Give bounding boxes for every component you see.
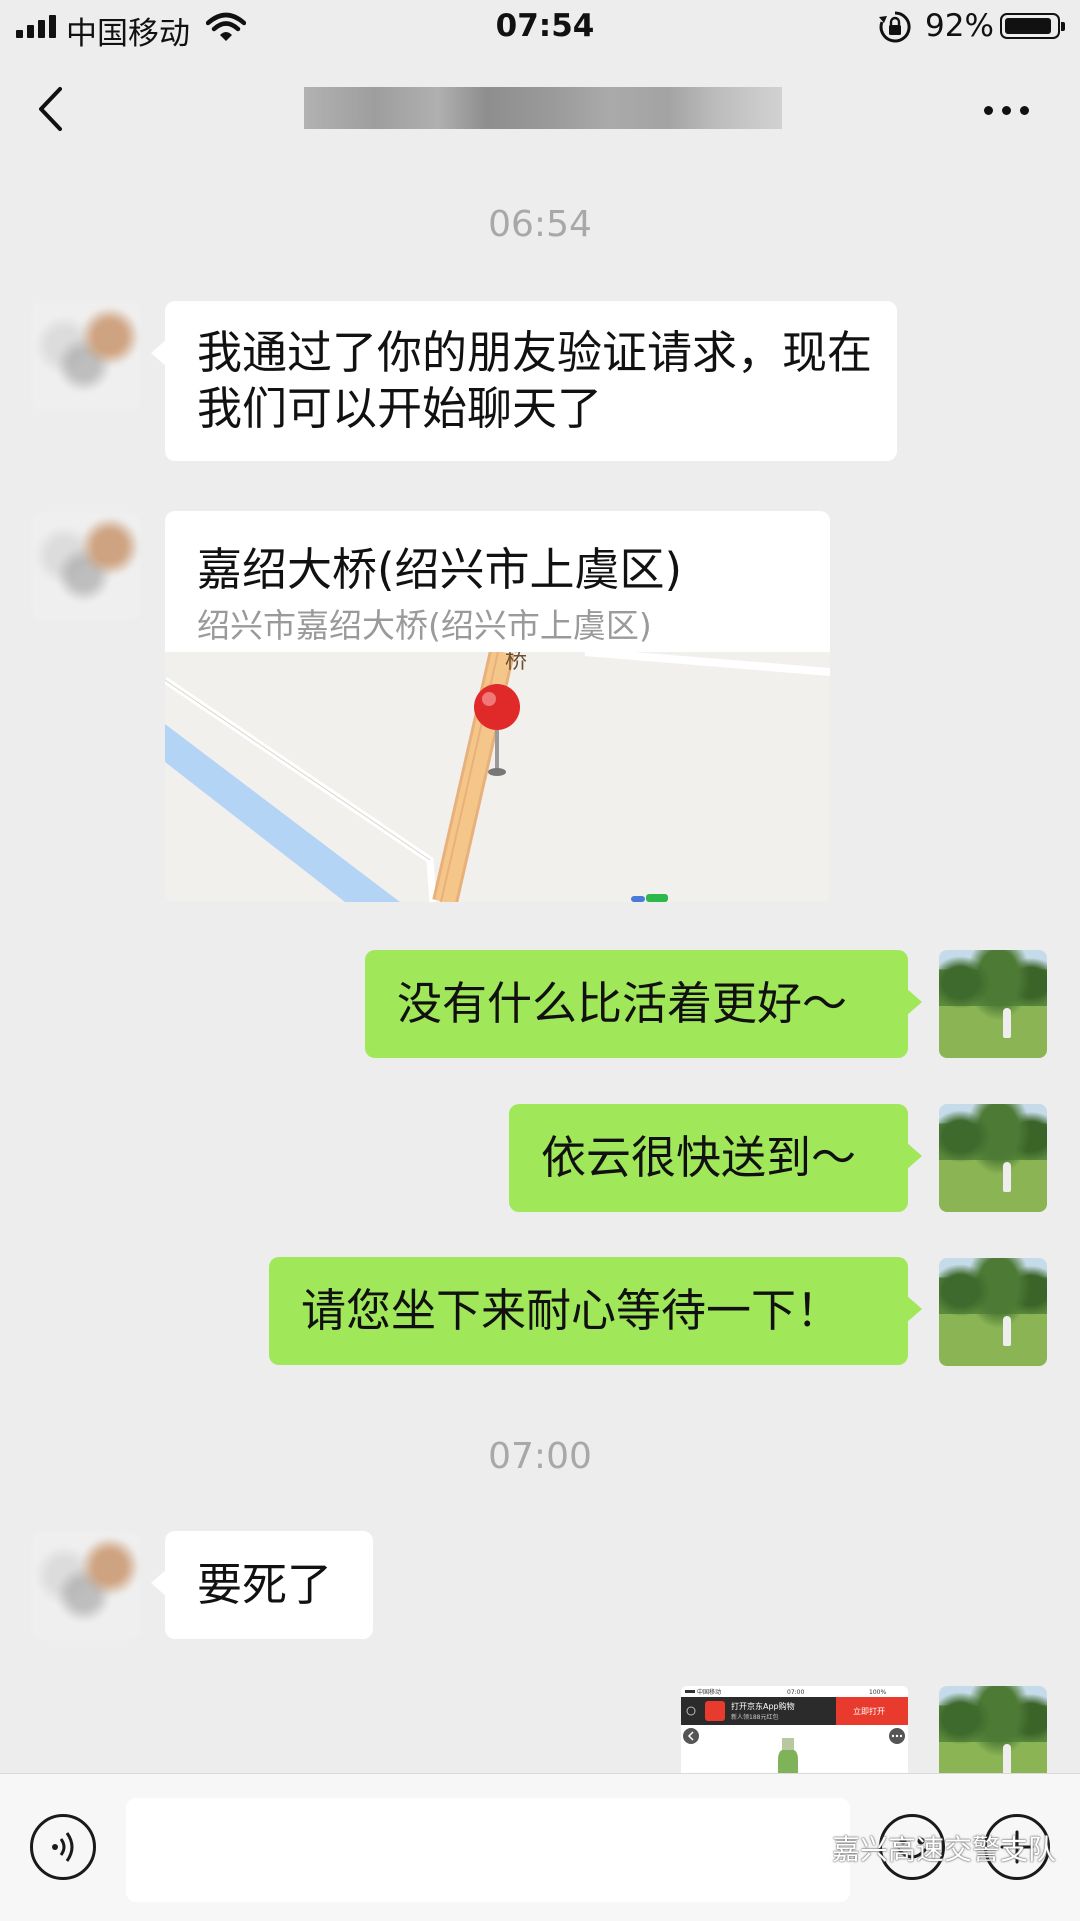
location-address: 绍兴市嘉绍大桥(绍兴市上虞区) — [197, 606, 652, 645]
voice-icon[interactable] — [30, 1814, 96, 1880]
wechat-logo-icon — [786, 1832, 825, 1863]
thumb-banner-title: 打开京东App购物 — [731, 1701, 795, 1711]
watermark: 嘉兴高速交警支队 — [786, 1828, 1056, 1868]
orientation-lock-icon — [879, 11, 911, 43]
message-timestamp: 06:54 — [488, 204, 592, 245]
chat-title-redacted — [304, 87, 782, 129]
user-avatar[interactable] — [939, 1104, 1047, 1212]
watermark-text: 嘉兴高速交警支队 — [832, 1833, 1057, 1866]
message-bubble-outgoing[interactable]: 请您坐下来耐心等待一下！ — [269, 1257, 922, 1365]
message-bubble-outgoing[interactable]: 没有什么比活着更好～ — [365, 950, 922, 1058]
chevron-left-icon[interactable] — [36, 86, 64, 132]
message-bubble-incoming[interactable]: 我通过了你的朋友验证请求，现在我们可以开始聊天了 — [151, 301, 897, 461]
thumb-banner-button: 立即打开 — [853, 1706, 885, 1716]
location-title: 嘉绍大桥(绍兴市上虞区) — [197, 543, 683, 596]
image-message-thumbnail[interactable]: 中国移动 07:00 100% 打开京东App购物 新人领188元红包 立即打开 — [681, 1686, 908, 1776]
battery-percent: 92% — [925, 8, 994, 44]
contact-avatar[interactable] — [32, 512, 140, 620]
user-avatar[interactable] — [939, 950, 1047, 1058]
battery-icon — [1000, 13, 1065, 39]
contact-avatar[interactable] — [32, 302, 140, 410]
status-bar: 中国移动 07:54 92% — [0, 0, 1080, 56]
message-text: 没有什么比活着更好～ — [397, 977, 848, 1030]
message-text: 请您坐下来耐心等待一下！ — [301, 1284, 842, 1337]
message-text: 要死了 — [197, 1558, 333, 1611]
message-text: 依云很快送到～ — [541, 1131, 857, 1184]
chat-header — [0, 56, 1080, 160]
message-text: 我通过了你的朋友验证请求，现在我们可以开始聊天了 — [197, 326, 873, 435]
status-time: 07:54 — [495, 8, 595, 44]
message-bubble-incoming[interactable]: 要死了 — [151, 1531, 373, 1639]
battery-fill — [1005, 18, 1051, 34]
location-message-card[interactable]: 嘉绍大桥(绍兴市上虞区) 绍兴市嘉绍大桥(绍兴市上虞区) 桥 — [165, 511, 830, 902]
thumb-carrier: 中国移动 — [697, 1688, 721, 1696]
map-pin-icon — [474, 684, 520, 730]
location-map[interactable]: 桥 — [165, 652, 830, 902]
more-icon[interactable] — [984, 106, 1029, 115]
message-timestamp: 07:00 — [488, 1436, 592, 1477]
user-avatar[interactable] — [939, 1258, 1047, 1366]
map-label: 桥 — [505, 652, 527, 674]
contact-avatar[interactable] — [32, 1532, 140, 1640]
message-input[interactable] — [126, 1798, 850, 1902]
thumb-banner-sub: 新人领188元红包 — [731, 1713, 778, 1721]
message-bubble-outgoing[interactable]: 依云很快送到～ — [509, 1104, 922, 1212]
thumb-battery: 100% — [869, 1689, 886, 1696]
chat-input-bar: 嘉兴高速交警支队 — [0, 1773, 1080, 1921]
thumb-time: 07:00 — [787, 1689, 804, 1696]
